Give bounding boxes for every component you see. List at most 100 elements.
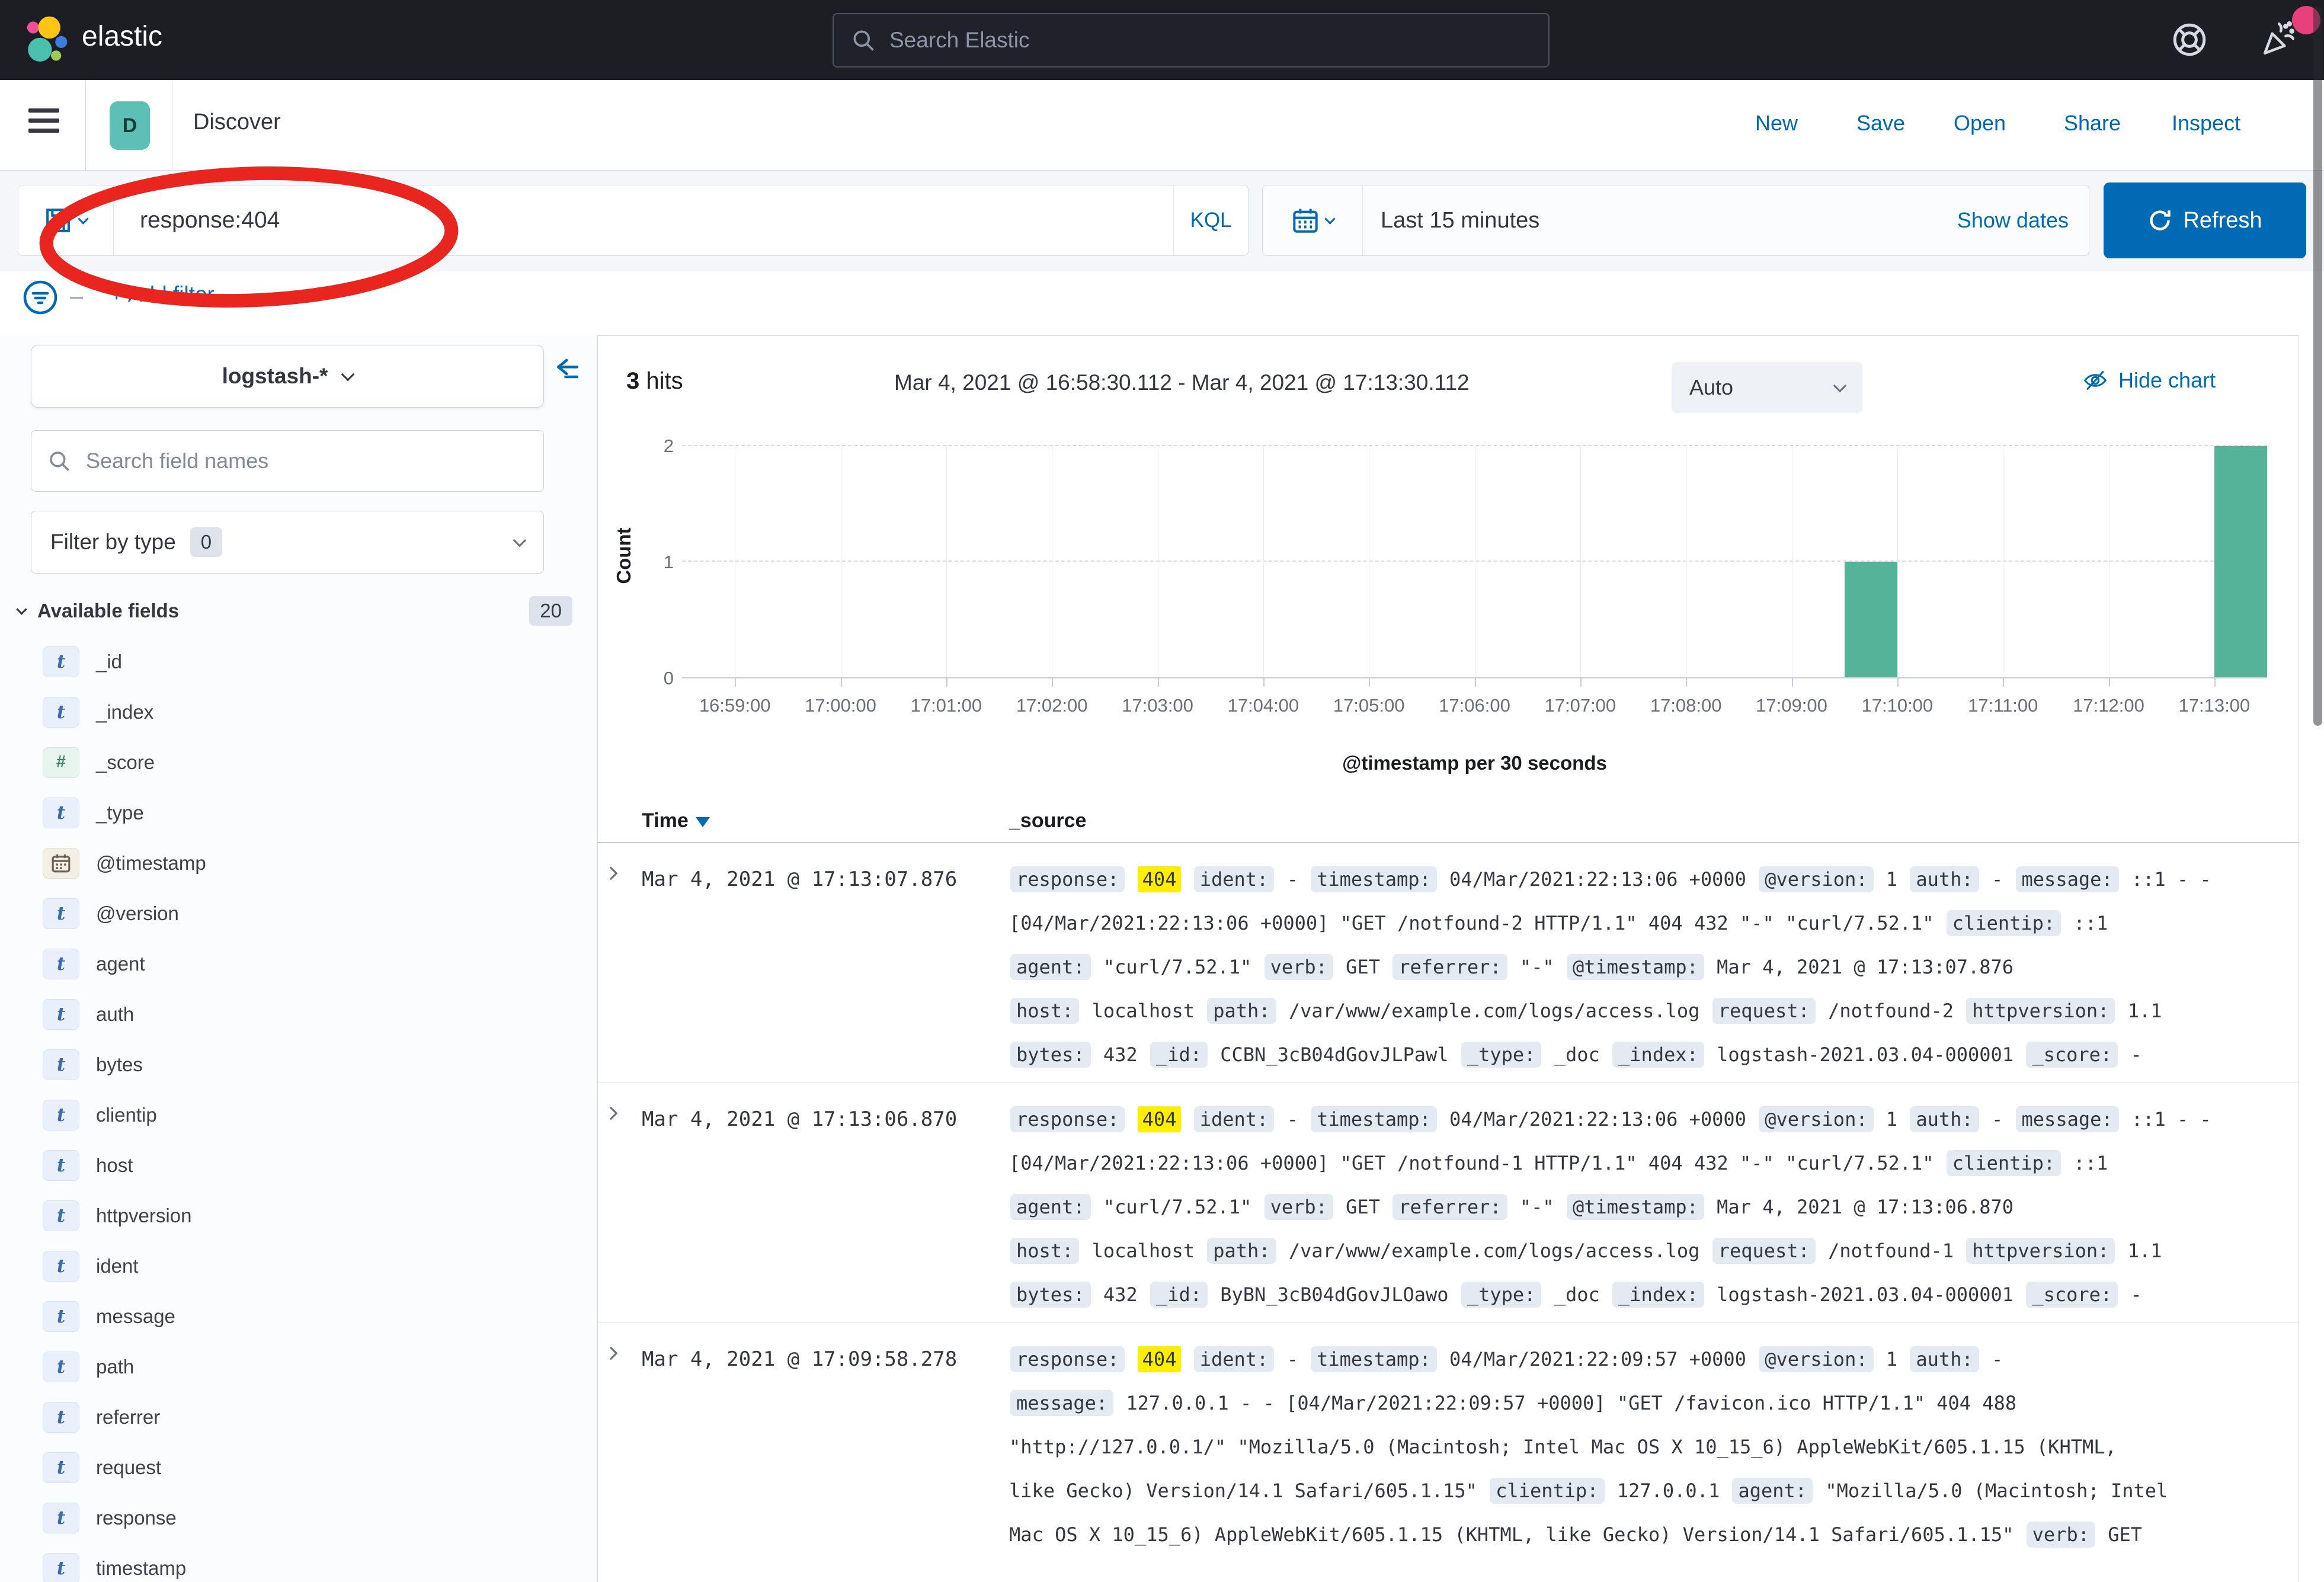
field-pill[interactable]: response: xyxy=(1010,1346,1125,1372)
field-pill[interactable]: referrer: xyxy=(1393,1194,1507,1220)
field-pill[interactable]: request: xyxy=(1712,998,1816,1024)
expand-row-button[interactable] xyxy=(606,857,642,881)
field-pill[interactable]: path: xyxy=(1207,998,1276,1024)
refresh-button[interactable]: Refresh xyxy=(2104,182,2306,258)
scrollbar-thumb[interactable] xyxy=(2313,6,2322,726)
field-pill[interactable]: response: xyxy=(1010,1106,1125,1132)
field-pill[interactable]: agent: xyxy=(1010,954,1091,980)
saved-query-menu-button[interactable] xyxy=(18,207,113,233)
field-item-bytes[interactable]: tbytes xyxy=(18,1039,572,1090)
elastic-logo-icon[interactable] xyxy=(18,13,72,68)
field-pill[interactable]: @version: xyxy=(1759,866,1873,892)
field-pill[interactable]: ident: xyxy=(1194,1106,1275,1132)
field-pill[interactable]: message: xyxy=(2016,866,2119,892)
field-item-path[interactable]: tpath xyxy=(18,1341,572,1392)
field-pill[interactable]: auth: xyxy=(1910,1346,1979,1372)
field-item-host[interactable]: thost xyxy=(18,1140,572,1190)
share-button[interactable]: Share xyxy=(2064,111,2121,136)
field-item-request[interactable]: trequest xyxy=(18,1442,572,1493)
field-pill[interactable]: verb: xyxy=(2027,1522,2095,1548)
field-pill[interactable]: _id: xyxy=(1150,1042,1208,1068)
time-column-header[interactable]: Time xyxy=(642,809,1009,832)
field-item-_index[interactable]: t_index xyxy=(18,687,572,737)
field-pill[interactable]: clientip: xyxy=(1490,1478,1604,1504)
inspect-button[interactable]: Inspect xyxy=(2172,111,2240,136)
field-pill[interactable]: timestamp: xyxy=(1311,1106,1437,1132)
field-pill[interactable]: host: xyxy=(1010,1238,1079,1264)
field-pill[interactable]: clientip: xyxy=(1947,1150,2061,1176)
interval-select[interactable]: Auto xyxy=(1672,362,1862,413)
menu-icon[interactable] xyxy=(28,108,62,142)
open-button[interactable]: Open xyxy=(1954,111,2006,136)
field-pill[interactable]: httpversion: xyxy=(1966,1238,2115,1264)
field-item-response[interactable]: tresponse xyxy=(18,1493,572,1543)
field-item-timestamp[interactable]: ttimestamp xyxy=(18,1543,572,1582)
field-pill[interactable]: timestamp: xyxy=(1311,1346,1437,1372)
field-pill[interactable]: @version: xyxy=(1759,1106,1873,1132)
field-pill[interactable]: @timestamp: xyxy=(1567,954,1704,980)
field-item-referrer[interactable]: treferrer xyxy=(18,1392,572,1442)
field-item-_id[interactable]: t_id xyxy=(18,636,572,687)
field-pill[interactable]: @version: xyxy=(1759,1346,1873,1372)
field-pill[interactable]: ident: xyxy=(1194,866,1275,892)
time-range-value[interactable]: Last 15 minutes xyxy=(1381,208,1539,233)
field-pill[interactable]: _score: xyxy=(2026,1282,2118,1308)
field-pill[interactable]: response: xyxy=(1010,866,1125,892)
discover-app-badge[interactable]: D xyxy=(110,101,150,150)
field-pill[interactable]: message: xyxy=(1010,1390,1113,1416)
global-search-box[interactable] xyxy=(833,13,1550,68)
field-item-httpversion[interactable]: thttpversion xyxy=(18,1190,572,1241)
show-dates-button[interactable]: Show dates xyxy=(1957,208,2069,233)
query-language-button[interactable]: KQL xyxy=(1174,209,1248,232)
field-item-message[interactable]: tmessage xyxy=(18,1291,572,1341)
field-pill[interactable]: _type: xyxy=(1461,1042,1542,1068)
field-pill[interactable]: message: xyxy=(2016,1106,2119,1132)
collapse-sidebar-icon[interactable] xyxy=(551,352,584,385)
query-input[interactable] xyxy=(114,207,1173,233)
field-pill[interactable]: _score: xyxy=(2026,1042,2118,1068)
add-filter-button[interactable]: + Add filter xyxy=(110,282,215,307)
field-pill[interactable]: auth: xyxy=(1910,866,1979,892)
histogram-bar[interactable] xyxy=(2214,446,2267,677)
field-pill[interactable]: agent: xyxy=(1732,1478,1813,1504)
field-pill[interactable]: timestamp: xyxy=(1311,866,1437,892)
date-picker-menu-button[interactable] xyxy=(1263,207,1362,234)
new-button[interactable]: New xyxy=(1755,111,1798,136)
field-pill[interactable]: agent: xyxy=(1010,1194,1091,1220)
filter-by-type-select[interactable]: Filter by type 0 xyxy=(31,511,544,574)
field-pill[interactable]: bytes: xyxy=(1010,1042,1091,1068)
available-fields-header[interactable]: Available fields 20 xyxy=(18,596,572,626)
field-item-clientip[interactable]: tclientip xyxy=(18,1090,572,1140)
field-pill[interactable]: @timestamp: xyxy=(1567,1194,1704,1220)
chart-plot[interactable] xyxy=(682,446,2267,678)
index-pattern-select[interactable]: logstash-* xyxy=(31,345,544,408)
field-item-_score[interactable]: #_score xyxy=(18,737,572,787)
expand-row-button[interactable] xyxy=(606,1337,642,1361)
field-item-agent[interactable]: tagent xyxy=(18,939,572,989)
field-pill[interactable]: verb: xyxy=(1265,1194,1333,1220)
field-item-@timestamp[interactable]: @timestamp xyxy=(18,838,572,888)
field-pill[interactable]: clientip: xyxy=(1947,910,2061,936)
help-icon[interactable] xyxy=(2170,20,2209,59)
field-search-input[interactable] xyxy=(85,448,528,474)
field-item-_type[interactable]: t_type xyxy=(18,787,572,838)
global-search-input[interactable] xyxy=(888,27,1532,53)
field-pill[interactable]: _id: xyxy=(1150,1282,1208,1308)
field-pill[interactable]: bytes: xyxy=(1010,1282,1091,1308)
field-pill[interactable]: auth: xyxy=(1910,1106,1979,1132)
news-party-popper-icon[interactable] xyxy=(2259,20,2298,59)
field-item-ident[interactable]: tident xyxy=(18,1241,572,1291)
hide-chart-button[interactable]: Hide chart xyxy=(2082,367,2216,394)
field-pill[interactable]: httpversion: xyxy=(1966,998,2115,1024)
field-pill[interactable]: request: xyxy=(1712,1238,1816,1264)
field-pill[interactable]: host: xyxy=(1010,998,1079,1024)
field-item-@version[interactable]: t@version xyxy=(18,888,572,939)
field-pill[interactable]: ident: xyxy=(1194,1346,1275,1372)
field-pill[interactable]: _index: xyxy=(1612,1282,1704,1308)
histogram-bar[interactable] xyxy=(1845,562,1897,677)
expand-row-button[interactable] xyxy=(606,1097,642,1121)
field-pill[interactable]: verb: xyxy=(1265,954,1333,980)
field-pill[interactable]: referrer: xyxy=(1393,954,1507,980)
field-item-auth[interactable]: tauth xyxy=(18,989,572,1039)
field-pill[interactable]: _index: xyxy=(1612,1042,1704,1068)
